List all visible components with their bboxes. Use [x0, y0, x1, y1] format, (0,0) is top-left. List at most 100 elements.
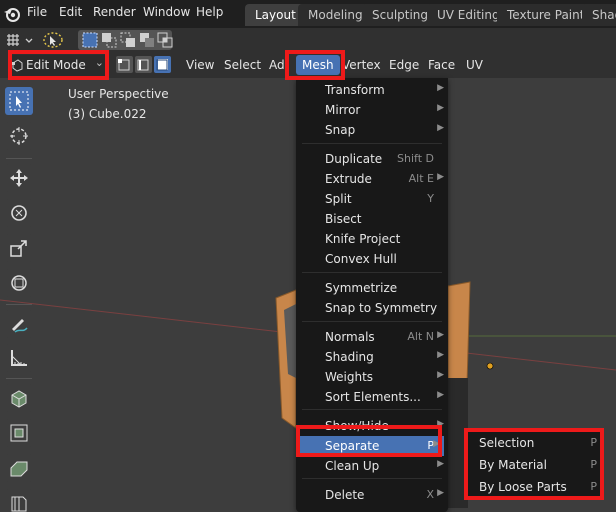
- mesh-menu-item-sort-elements[interactable]: Sort Elements... ▶: [296, 387, 448, 407]
- menu-uv[interactable]: UV: [466, 58, 483, 72]
- menu-add[interactable]: Add: [269, 58, 287, 72]
- menu-item-label: Show/Hide: [325, 419, 389, 433]
- menu-item-label: Duplicate: [325, 152, 383, 166]
- scale-tool-button[interactable]: [5, 234, 33, 262]
- menu-item-label: Delete: [325, 488, 365, 502]
- menu-item-shortcut: X: [426, 488, 434, 501]
- submenu-arrow-icon: ▶: [437, 370, 444, 380]
- vertex-select-mode-button[interactable]: [116, 56, 133, 73]
- mesh-menu-item-mirror[interactable]: Mirror ▶: [296, 100, 448, 120]
- transform-tool-button[interactable]: [5, 269, 33, 297]
- mesh-menu-item-convex-hull[interactable]: Convex Hull: [296, 249, 448, 269]
- mesh-menu-item-weights[interactable]: Weights ▶: [296, 367, 448, 387]
- mesh-menu-item-symmetrize[interactable]: Symmetrize: [296, 278, 448, 298]
- transform-orientation-icon[interactable]: [4, 31, 22, 49]
- menu-item-label: Separate: [325, 439, 380, 453]
- chevron-down-icon[interactable]: [24, 31, 34, 49]
- annotate-pen-icon: [12, 319, 28, 333]
- mesh-menu-item-snap[interactable]: Snap ▶: [296, 120, 448, 140]
- edge-select-mode-button[interactable]: [135, 56, 152, 73]
- mesh-menu-item-shading[interactable]: Shading ▶: [296, 347, 448, 367]
- select-box-intersect-icon[interactable]: [156, 31, 174, 49]
- menu-item-shortcut: Alt N: [407, 330, 434, 343]
- mode-label: Edit Mode: [26, 58, 86, 72]
- blender-logo-icon[interactable]: [3, 5, 21, 23]
- vertex-select-icon: [118, 59, 130, 71]
- toolbar-divider: [6, 158, 32, 159]
- submenu-arrow-icon: ▶: [437, 103, 444, 113]
- mesh-menu-item-delete[interactable]: Delete X ▶: [296, 485, 448, 505]
- menu-edge[interactable]: Edge: [389, 58, 419, 72]
- menu-item-label: Normals: [325, 330, 375, 344]
- select-box-invert-icon[interactable]: [138, 31, 156, 49]
- cursor-tool-button[interactable]: [5, 122, 33, 150]
- origin-point-icon: [486, 362, 494, 370]
- mesh-menu-item-normals[interactable]: Normals Alt N ▶: [296, 327, 448, 347]
- mesh-menu-item-snap-to-symmetry[interactable]: Snap to Symmetry: [296, 298, 448, 318]
- rotate-tool-button[interactable]: [5, 199, 33, 227]
- menu-item-label: Bisect: [325, 212, 362, 226]
- add-cube-tool-button[interactable]: [5, 384, 33, 412]
- separate-item-selection[interactable]: Selection P: [466, 432, 603, 454]
- menu-vertex[interactable]: Vertex: [342, 58, 381, 72]
- select-tool-button[interactable]: [5, 87, 33, 115]
- face-select-icon: [156, 59, 168, 71]
- move-icon: [10, 169, 28, 187]
- select-box-subtract-icon[interactable]: [119, 31, 137, 49]
- menu-item-label: Knife Project: [325, 232, 401, 246]
- submenu-arrow-icon: ▶: [437, 330, 444, 340]
- menu-mesh[interactable]: Mesh: [296, 55, 340, 75]
- menu-file[interactable]: File: [27, 5, 47, 19]
- face-select-mode-button[interactable]: [154, 56, 171, 73]
- menu-view[interactable]: View: [186, 58, 214, 72]
- mesh-menu-item-split[interactable]: Split Y: [296, 189, 448, 209]
- menu-render[interactable]: Render: [93, 5, 136, 19]
- separate-item-by-material[interactable]: By Material P: [466, 454, 603, 476]
- bevel-tool-button[interactable]: [5, 489, 33, 512]
- menu-item-label: Symmetrize: [325, 281, 398, 295]
- select-tweak-icon[interactable]: [42, 31, 64, 49]
- separate-submenu: Selection P By Material P By Loose Parts P: [466, 430, 603, 500]
- tab-shading[interactable]: Shad: [582, 4, 616, 26]
- mesh-menu-item-duplicate[interactable]: Duplicate Shift D: [296, 149, 448, 169]
- submenu-arrow-icon: ▶: [437, 83, 444, 93]
- top-menu-bar: File Edit Render Window Help Layout Mode…: [0, 0, 616, 28]
- tab-layout[interactable]: Layout: [245, 4, 306, 26]
- add-cube-icon: [11, 390, 27, 408]
- mesh-menu-item-transform[interactable]: Transform ▶: [296, 80, 448, 100]
- tab-texture-paint[interactable]: Texture Paint: [497, 4, 595, 26]
- inset-faces-icon: [10, 461, 28, 477]
- submenu-arrow-icon: ▶: [433, 439, 440, 449]
- select-box-extend-icon[interactable]: [100, 31, 118, 49]
- extrude-tool-button[interactable]: [5, 419, 33, 447]
- menu-item-shortcut: Y: [427, 192, 434, 205]
- mode-selector[interactable]: Edit Mode ⌄: [8, 55, 108, 76]
- move-tool-button[interactable]: [5, 164, 33, 192]
- mesh-menu-item-knife-project[interactable]: Knife Project: [296, 229, 448, 249]
- menu-face[interactable]: Face: [428, 58, 455, 72]
- annotate-tool-button[interactable]: [5, 310, 33, 338]
- menu-help[interactable]: Help: [196, 5, 223, 19]
- mesh-menu-item-extrude[interactable]: Extrude Alt E ▶: [296, 169, 448, 189]
- mesh-menu-item-show-hide[interactable]: Show/Hide ▶: [296, 416, 448, 436]
- menu-separator: [302, 478, 442, 479]
- menu-edit[interactable]: Edit: [59, 5, 82, 19]
- menu-item-label: Extrude: [325, 172, 372, 186]
- separate-item-by-loose-parts[interactable]: By Loose Parts P: [466, 476, 603, 498]
- menu-item-label: Split: [325, 192, 352, 206]
- menu-item-label: Mirror: [325, 103, 361, 117]
- menu-separator: [302, 143, 442, 144]
- edge-select-icon: [137, 59, 149, 71]
- mesh-menu-item-bisect[interactable]: Bisect: [296, 209, 448, 229]
- mesh-menu-item-clean-up[interactable]: Clean Up ▶: [296, 456, 448, 476]
- viewport-object-label: (3) Cube.022: [68, 107, 147, 121]
- mesh-menu-item-separate[interactable]: Separate P ▶: [300, 436, 444, 456]
- menu-separator: [302, 272, 442, 273]
- menu-window[interactable]: Window: [143, 5, 190, 19]
- menu-select[interactable]: Select: [224, 58, 261, 72]
- tool-header: [0, 28, 616, 52]
- inset-tool-button[interactable]: [5, 454, 33, 482]
- select-box-new-icon[interactable]: [81, 31, 99, 49]
- measure-tool-button[interactable]: [5, 344, 33, 372]
- toolbar-divider: [6, 304, 32, 305]
